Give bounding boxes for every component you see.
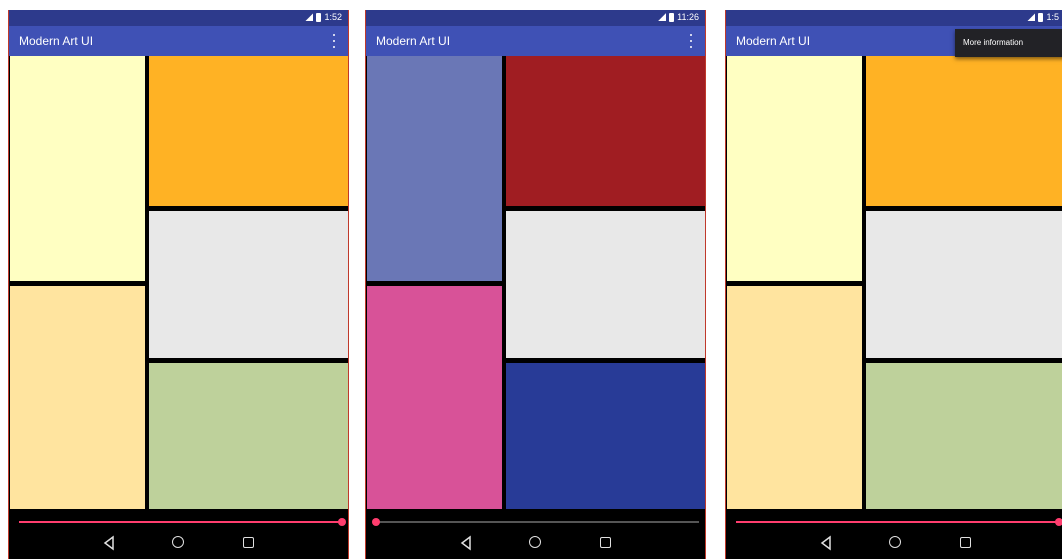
recents-icon[interactable] — [598, 535, 614, 551]
rect-bottom-left[interactable] — [727, 286, 862, 509]
color-slider[interactable] — [9, 515, 348, 527]
more-vert-icon[interactable] — [332, 34, 336, 48]
status-bar: 11:26 — [366, 10, 705, 26]
back-icon[interactable] — [818, 535, 834, 551]
rect-bottom-right[interactable] — [506, 363, 705, 509]
recents-icon[interactable] — [241, 535, 257, 551]
app-bar: Modern Art UI — [9, 26, 348, 56]
rect-bottom-left[interactable] — [10, 286, 145, 509]
signal-icon — [305, 13, 314, 21]
color-slider[interactable] — [726, 515, 1062, 527]
phone-screen-menu-open: 1:5 Modern Art UI More information — [725, 10, 1062, 559]
nav-bar — [726, 527, 1062, 559]
rect-bottom-right[interactable] — [149, 363, 348, 509]
back-icon[interactable] — [458, 535, 474, 551]
status-time: 11:26 — [677, 12, 699, 22]
rect-middle-right[interactable] — [866, 211, 1062, 358]
app-title: Modern Art UI — [19, 34, 94, 48]
rect-top-right[interactable] — [866, 56, 1062, 206]
slider-track — [372, 518, 699, 526]
phone-screen-slider-min: 11:26 Modern Art UI — [365, 10, 706, 559]
signal-icon — [1027, 13, 1036, 21]
slider-thumb[interactable] — [338, 518, 346, 526]
rect-top-left[interactable] — [10, 56, 145, 281]
status-bar: 1:5 — [726, 10, 1062, 26]
slider-fill — [736, 521, 1059, 523]
nav-bar — [9, 527, 348, 559]
slider-track — [736, 518, 1062, 526]
rect-bottom-right[interactable] — [866, 363, 1062, 509]
rect-top-right[interactable] — [506, 56, 705, 206]
overflow-menu: More information — [955, 29, 1062, 57]
rect-bottom-left[interactable] — [367, 286, 502, 509]
battery-icon — [316, 12, 322, 22]
rect-top-left[interactable] — [367, 56, 502, 281]
slider-thumb[interactable] — [1055, 518, 1062, 526]
art-grid — [726, 56, 1062, 515]
app-bar: Modern Art UI — [366, 26, 705, 56]
signal-icon — [658, 13, 667, 21]
battery-icon — [669, 12, 675, 22]
slider-thumb[interactable] — [372, 518, 380, 526]
status-time: 1:52 — [324, 12, 342, 22]
status-time: 1:5 — [1046, 12, 1059, 22]
recents-icon[interactable] — [958, 535, 974, 551]
art-grid — [9, 56, 348, 515]
color-slider[interactable] — [366, 515, 705, 527]
phone-screen-original: 1:52 Modern Art UI — [8, 10, 349, 559]
slider-fill — [19, 521, 342, 523]
app-title: Modern Art UI — [736, 34, 811, 48]
back-icon[interactable] — [101, 535, 117, 551]
battery-icon — [1038, 12, 1044, 22]
rect-middle-right[interactable] — [149, 211, 348, 358]
home-icon[interactable] — [888, 535, 904, 551]
rect-top-right[interactable] — [149, 56, 348, 206]
home-icon[interactable] — [171, 535, 187, 551]
slider-track — [19, 518, 346, 526]
menu-item-more-information[interactable]: More information — [963, 38, 1023, 47]
more-vert-icon[interactable] — [689, 34, 693, 48]
app-title: Modern Art UI — [376, 34, 451, 48]
home-icon[interactable] — [528, 535, 544, 551]
status-bar: 1:52 — [9, 10, 348, 26]
nav-bar — [366, 527, 705, 559]
rect-middle-right[interactable] — [506, 211, 705, 358]
rect-top-left[interactable] — [727, 56, 862, 281]
art-grid — [366, 56, 705, 515]
